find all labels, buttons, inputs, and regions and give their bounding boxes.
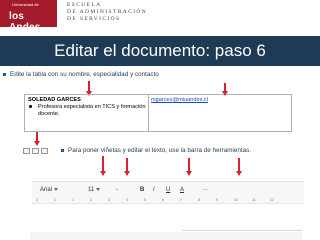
school-line-2: DE ADMINISTRACIÓN bbox=[67, 9, 148, 15]
university-logo: Universidad de los Andes bbox=[0, 0, 57, 33]
arrow-shaft-italic bbox=[126, 158, 128, 172]
indent-icon[interactable] bbox=[41, 148, 48, 154]
list-bullet-icon bbox=[29, 105, 32, 108]
chevron-down-icon bbox=[96, 187, 101, 191]
instruction-label: Edite la tabla con su nombre, especialid… bbox=[10, 71, 159, 78]
arrow-shaft-color bbox=[188, 158, 190, 172]
logo-small-text: Universidad de bbox=[12, 2, 39, 7]
ruler-tick: 7 bbox=[180, 198, 182, 202]
numbered-list-icon[interactable] bbox=[32, 148, 39, 154]
text-color-button[interactable]: A bbox=[180, 187, 184, 193]
ruler-tick: 6 bbox=[162, 198, 164, 202]
ruler-tick: 2 bbox=[36, 198, 38, 202]
arrow-shaft-bold bbox=[102, 156, 104, 172]
font-size-label: 11 bbox=[88, 187, 95, 193]
arrow-head-bold bbox=[100, 171, 106, 176]
ruler-tick: 11 bbox=[252, 198, 256, 202]
text-color-label: A bbox=[180, 187, 185, 193]
bulleted-list-icon[interactable] bbox=[23, 148, 30, 154]
more-options-button[interactable]: ··· bbox=[202, 187, 208, 193]
ruler-tick: 2 bbox=[90, 198, 92, 202]
underline-button[interactable]: U bbox=[166, 187, 170, 193]
list-format-icons bbox=[23, 148, 48, 154]
profile-specialty: Profesora especialista en TICS y formaci… bbox=[38, 104, 146, 117]
bold-button[interactable]: B bbox=[140, 187, 144, 193]
logo-main-text: los Andes bbox=[9, 11, 41, 33]
ruler-tick: 9 bbox=[216, 198, 218, 202]
ruler-tick: 8 bbox=[198, 198, 200, 202]
font-size-select[interactable]: 11 bbox=[88, 187, 101, 193]
toolbar-hint: Para poner viñetas y editar el texto, us… bbox=[61, 147, 251, 154]
school-name: ESCUELA DE ADMINISTRACIÓN DE SERVICIOS bbox=[67, 2, 147, 23]
arrow-shaft-more bbox=[238, 158, 240, 172]
ruler-tick: 1 bbox=[72, 198, 74, 202]
slide-title: Editar el documento: paso 6 bbox=[54, 41, 266, 60]
italic-button[interactable]: I bbox=[153, 187, 155, 193]
ruler-tick: 5 bbox=[144, 198, 146, 202]
bullet-icon bbox=[3, 72, 6, 76]
ruler: 2 1 1 2 3 4 5 6 7 8 9 10 11 12 bbox=[36, 198, 290, 204]
school-line-1: ESCUELA bbox=[67, 2, 102, 8]
arrow-head-color bbox=[186, 171, 192, 176]
document-table[interactable]: SOLEDAD GARCES Profesora especialista en… bbox=[24, 94, 292, 132]
document-page-edge bbox=[30, 232, 302, 240]
school-line-3: DE SERVICIOS bbox=[67, 16, 121, 22]
header: Universidad de los Andes ESCUELA DE ADMI… bbox=[0, 0, 320, 33]
profile-email-link[interactable]: mgarces@miuandes.cl bbox=[151, 97, 208, 103]
ruler-tick: 4 bbox=[126, 198, 128, 202]
ruler-tick: 12 bbox=[270, 198, 274, 202]
font-family-select[interactable]: Arial bbox=[40, 187, 59, 193]
title-bar: Editar el documento: paso 6 bbox=[0, 36, 320, 66]
profile-name: SOLEDAD GARCES bbox=[28, 97, 81, 103]
ruler-tick: 10 bbox=[234, 198, 238, 202]
ruler-tick: 1 bbox=[54, 198, 56, 202]
footer-divider bbox=[182, 230, 302, 231]
arrow-head-right bbox=[222, 91, 228, 96]
table-cell-profile[interactable]: SOLEDAD GARCES Profesora especialista en… bbox=[25, 95, 149, 131]
chevron-down-icon bbox=[54, 187, 59, 191]
instruction-text: Edite la tabla con su nombre, especialid… bbox=[3, 71, 159, 78]
ruler-tick: 3 bbox=[108, 198, 110, 202]
toolbar-hint-label: Para poner viñetas y editar el texto, us… bbox=[68, 147, 252, 154]
decrease-button[interactable]: - bbox=[116, 187, 118, 193]
arrow-head-more bbox=[236, 171, 242, 176]
arrow-head-table-down bbox=[34, 141, 40, 146]
arrow-head-italic bbox=[124, 171, 130, 176]
font-family-label: Arial bbox=[40, 187, 53, 193]
bullet-icon bbox=[61, 148, 64, 152]
